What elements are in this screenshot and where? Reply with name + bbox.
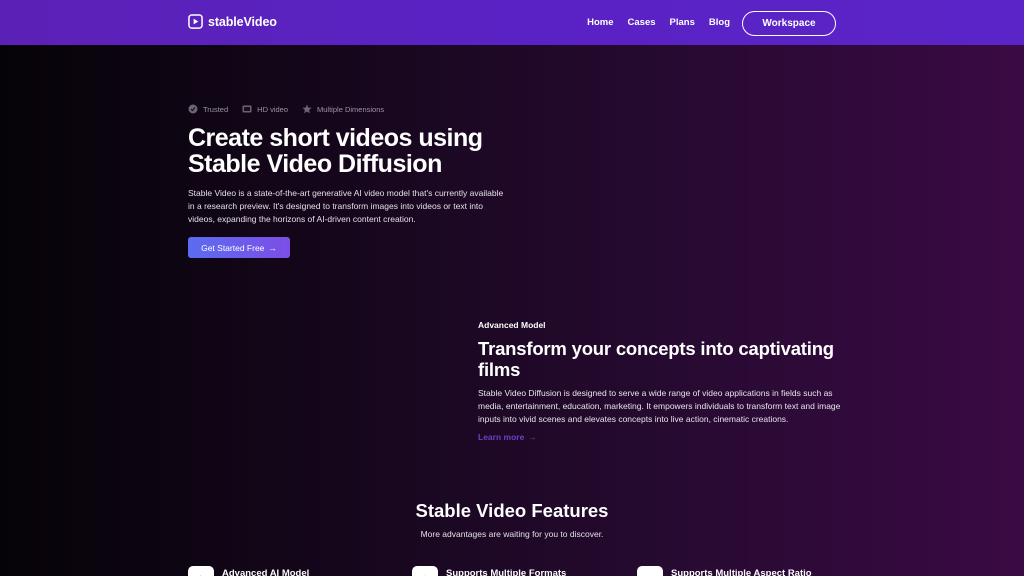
workspace-button[interactable]: Workspace xyxy=(742,11,836,36)
nav-link-plans[interactable]: Plans xyxy=(670,17,695,28)
section-title: Transform your concepts into captivating… xyxy=(478,338,858,380)
aspect-ratio-icon: ▭ xyxy=(637,566,663,576)
feature-card: ▭ Supports Multiple Aspect Ratio xyxy=(637,566,812,576)
nav-link-blog[interactable]: Blog xyxy=(709,17,730,28)
hero-title-line-1: Create short videos using xyxy=(188,124,483,152)
badge-hd-video: HD video xyxy=(242,104,288,114)
learn-more-link[interactable]: Learn more → xyxy=(478,432,537,442)
badge-label: HD video xyxy=(257,104,289,114)
brand-name: stableVideo xyxy=(208,14,277,29)
hero-title: Create short videos using Stable Video D… xyxy=(188,125,548,177)
hero-title-line-2: Stable Video Diffusion xyxy=(188,150,442,178)
nav-link-cases[interactable]: Cases xyxy=(628,17,656,28)
badge-multiple-dimensions: Multiple Dimensions xyxy=(302,104,384,114)
video-play-logo-icon xyxy=(188,14,203,29)
feature-card: ◈ Supports Multiple Formats xyxy=(412,566,566,576)
get-started-label: Get Started Free xyxy=(201,242,265,253)
section-title-line-1: Transform your concepts into captivating xyxy=(478,338,834,359)
section-title-line-2: films xyxy=(478,359,521,380)
hero-description: Stable Video is a state-of-the-art gener… xyxy=(188,188,504,224)
arrow-right-icon: → xyxy=(528,432,537,442)
features-subtitle: More advantages are waiting for you to d… xyxy=(420,529,604,539)
arrow-right-icon: → xyxy=(268,242,277,253)
star-icon xyxy=(302,104,312,114)
get-started-button[interactable]: Get Started Free → xyxy=(188,237,290,258)
section-description: Stable Video Diffusion is designed to se… xyxy=(478,388,841,424)
hero-badges: Trusted HD video Multiple Dimensions xyxy=(188,104,384,114)
feature-title: Supports Multiple Aspect Ratio xyxy=(671,568,812,576)
main-nav: Home Cases Plans Blog xyxy=(587,17,730,28)
feature-title: Advanced AI Model xyxy=(222,568,310,576)
section-tag: Advanced Model xyxy=(478,320,546,330)
top-navbar: stableVideo Home Cases Plans Blog Worksp… xyxy=(0,0,1024,45)
nav-link-home[interactable]: Home xyxy=(587,17,613,28)
learn-more-label: Learn more xyxy=(478,432,525,442)
sparkle-icon: ✦ xyxy=(188,566,214,576)
feature-title: Supports Multiple Formats xyxy=(446,568,567,576)
video-icon xyxy=(242,105,252,113)
feature-card: ✦ Advanced AI Model xyxy=(188,566,309,576)
shield-check-icon xyxy=(188,104,198,114)
badge-label: Multiple Dimensions xyxy=(317,104,385,114)
layers-icon: ◈ xyxy=(412,566,438,576)
badge-label: Trusted xyxy=(203,104,229,114)
badge-trusted: Trusted xyxy=(188,104,228,114)
features-title: Stable Video Features xyxy=(415,500,609,521)
brand-logo[interactable]: stableVideo xyxy=(188,14,277,29)
